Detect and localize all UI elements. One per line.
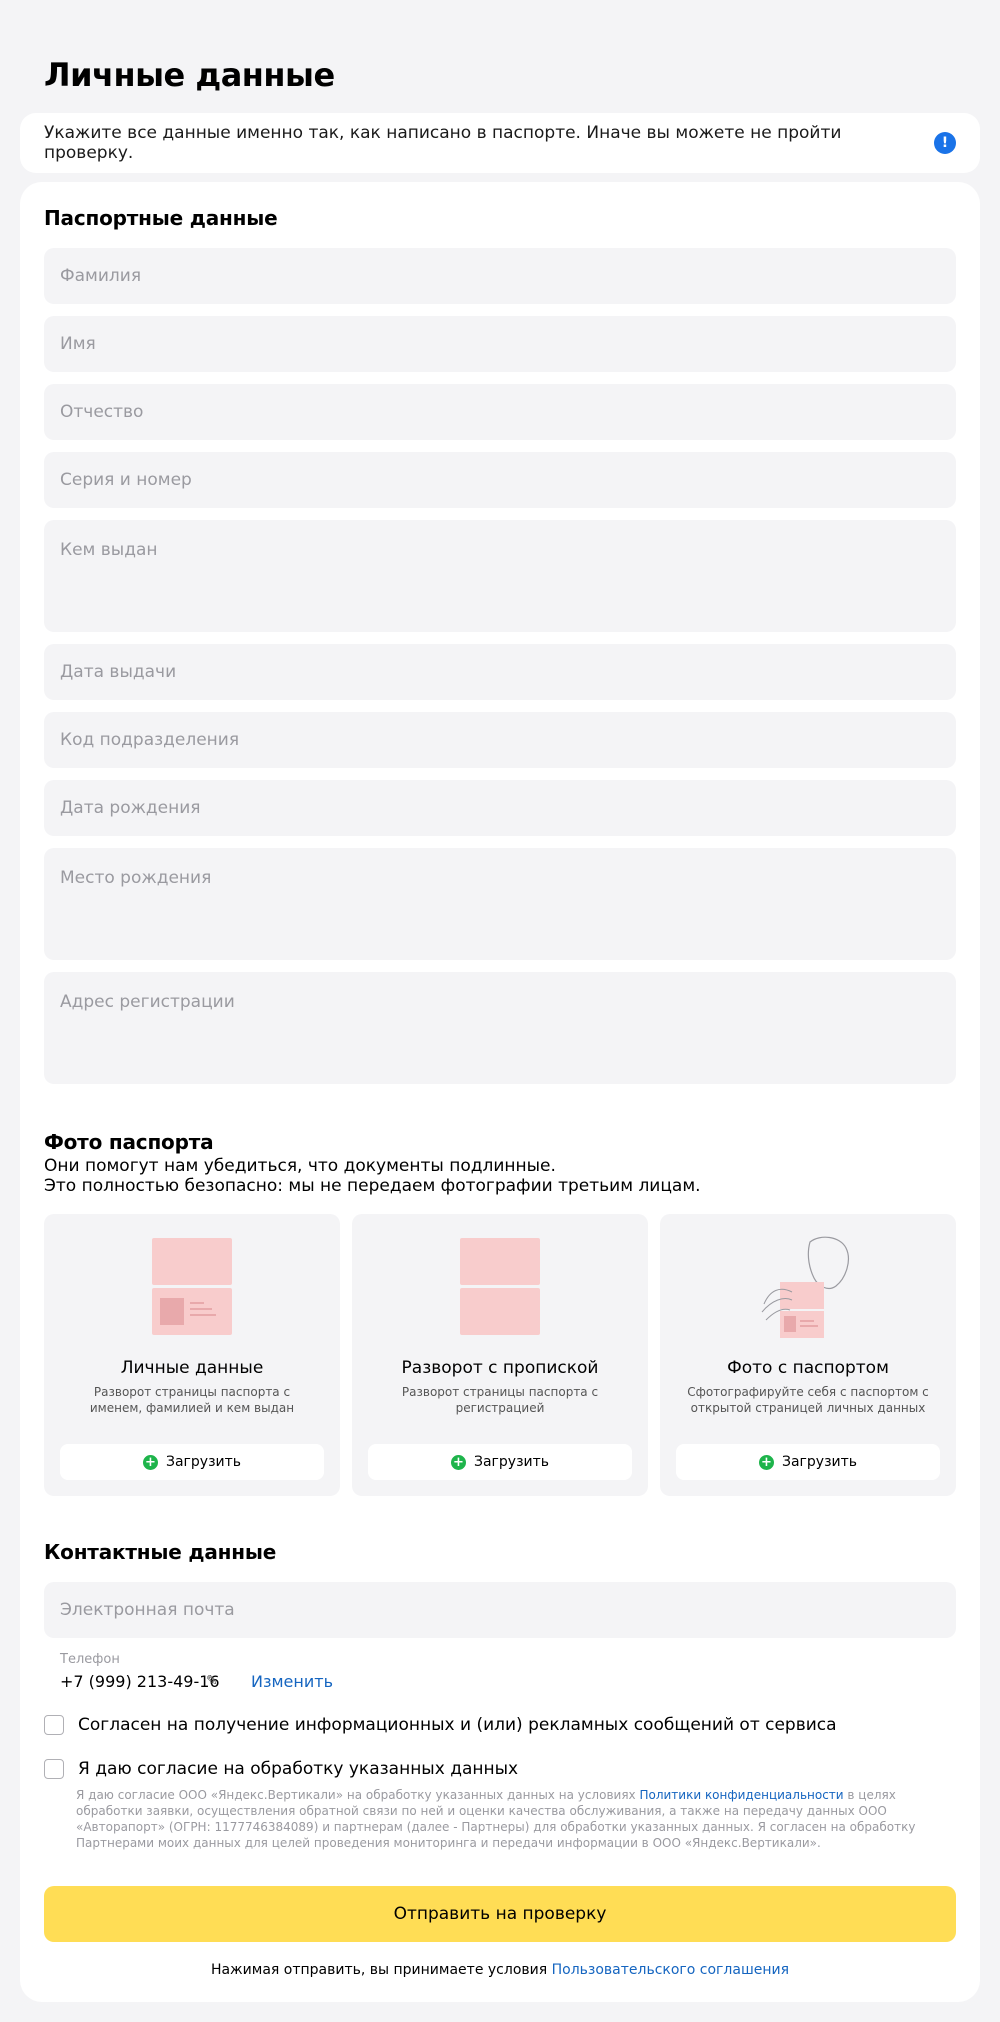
issue-date-field[interactable]: Дата выдачи: [44, 644, 956, 700]
notice-text: Укажите все данные именно так, как напис…: [44, 123, 842, 163]
upload-personal-button[interactable]: + Загрузить: [60, 1444, 324, 1480]
phone-label: Телефон: [60, 1652, 120, 1667]
photos-section-title: Фото паспорта: [44, 1130, 214, 1154]
photo-tile-desc: Разворот страницы паспорта с именем, фам…: [89, 1385, 295, 1415]
photo-tile-title: Фото с паспортом: [727, 1358, 889, 1378]
passport-registration-icon: [460, 1238, 540, 1335]
phone-value: +7 (999) 213-49-16: [60, 1672, 220, 1691]
page: Личные данные Укажите все данные именно …: [0, 0, 1000, 2022]
processing-consent-checkbox[interactable]: [44, 1759, 64, 1779]
user-agreement-link[interactable]: Пользовательского соглашения: [552, 1962, 789, 1978]
passport-section-title: Паспортные данные: [44, 206, 278, 230]
series-number-field[interactable]: Серия и номер: [44, 452, 956, 508]
info-icon[interactable]: !: [934, 132, 956, 154]
plus-icon: +: [758, 1454, 774, 1470]
patronymic-field[interactable]: Отчество: [44, 384, 956, 440]
footer-note: Нажимая отправить, вы принимаете условия…: [20, 1962, 980, 1978]
marketing-consent-row[interactable]: Согласен на получение информационных и (…: [44, 1715, 837, 1735]
photos-subtitle: Они помогут нам убедиться, что документы…: [44, 1156, 701, 1196]
upload-registration-button[interactable]: + Загрузить: [368, 1444, 632, 1480]
change-phone-link[interactable]: Изменить: [251, 1672, 333, 1691]
pencil-icon[interactable]: ✎: [206, 1673, 218, 1689]
registration-address-field[interactable]: Адрес регистрации: [44, 972, 956, 1084]
footer-text: Нажимая отправить, вы принимаете условия: [210, 1962, 552, 1978]
issued-by-field[interactable]: Кем выдан: [44, 520, 956, 632]
photos-subtitle-line1: Они помогут нам убедиться, что документы…: [44, 1156, 556, 1176]
marketing-consent-checkbox[interactable]: [44, 1715, 64, 1735]
last-name-field[interactable]: Фамилия: [44, 248, 956, 304]
photo-tile-desc: Сфотографируйте себя с паспортом с откры…: [687, 1385, 929, 1415]
upload-label: Загрузить: [165, 1454, 242, 1470]
photo-tile-selfie: Фото с паспортом Сфотографируйте себя с …: [660, 1214, 956, 1496]
birth-date-field[interactable]: Дата рождения: [44, 780, 956, 836]
plus-icon: +: [450, 1454, 466, 1470]
photo-tile-personal: Личные данные Разворот страницы паспорта…: [44, 1214, 340, 1496]
photos-subtitle-line2: Это полностью безопасно: мы не передаем …: [44, 1176, 701, 1196]
upload-label: Загрузить: [781, 1454, 858, 1470]
passport-notice: Укажите все данные именно так, как напис…: [20, 113, 980, 173]
submit-button[interactable]: Отправить на проверку: [44, 1886, 956, 1942]
contacts-section-title: Контактные данные: [44, 1540, 277, 1564]
form-card: Паспортные данные Фамилия Имя Отчество С…: [20, 182, 980, 2002]
first-name-field[interactable]: Имя: [44, 316, 956, 372]
upload-selfie-button[interactable]: + Загрузить: [676, 1444, 940, 1480]
birth-place-field[interactable]: Место рождения: [44, 848, 956, 960]
photo-tile-title: Разворот с пропиской: [401, 1358, 599, 1378]
processing-consent-row[interactable]: Я даю согласие на обработку указанных да…: [44, 1759, 518, 1779]
photo-tile-title: Личные данные: [120, 1358, 264, 1378]
processing-consent-label: Я даю согласие на обработку указанных да…: [78, 1759, 519, 1779]
photo-tile-desc: Разворот страницы паспорта с регистрацие…: [401, 1385, 599, 1415]
legal-text: Я даю согласие ООО «Яндекс.Вертикали» на…: [76, 1787, 966, 1851]
email-field[interactable]: Электронная почта: [44, 1582, 956, 1638]
photo-tile-registration: Разворот с пропиской Разворот страницы п…: [352, 1214, 648, 1496]
privacy-policy-link[interactable]: Политики конфиденциальности: [639, 1788, 843, 1802]
passport-spread-icon: [152, 1238, 232, 1335]
department-code-field[interactable]: Код подразделения: [44, 712, 956, 768]
selfie-with-passport-icon: [761, 1236, 849, 1338]
marketing-consent-label: Согласен на получение информационных и (…: [78, 1715, 837, 1735]
page-title: Личные данные: [44, 56, 335, 94]
upload-label: Загрузить: [473, 1454, 550, 1470]
legal-text-before: Я даю согласие ООО «Яндекс.Вертикали» на…: [76, 1788, 640, 1802]
plus-icon: +: [142, 1454, 158, 1470]
